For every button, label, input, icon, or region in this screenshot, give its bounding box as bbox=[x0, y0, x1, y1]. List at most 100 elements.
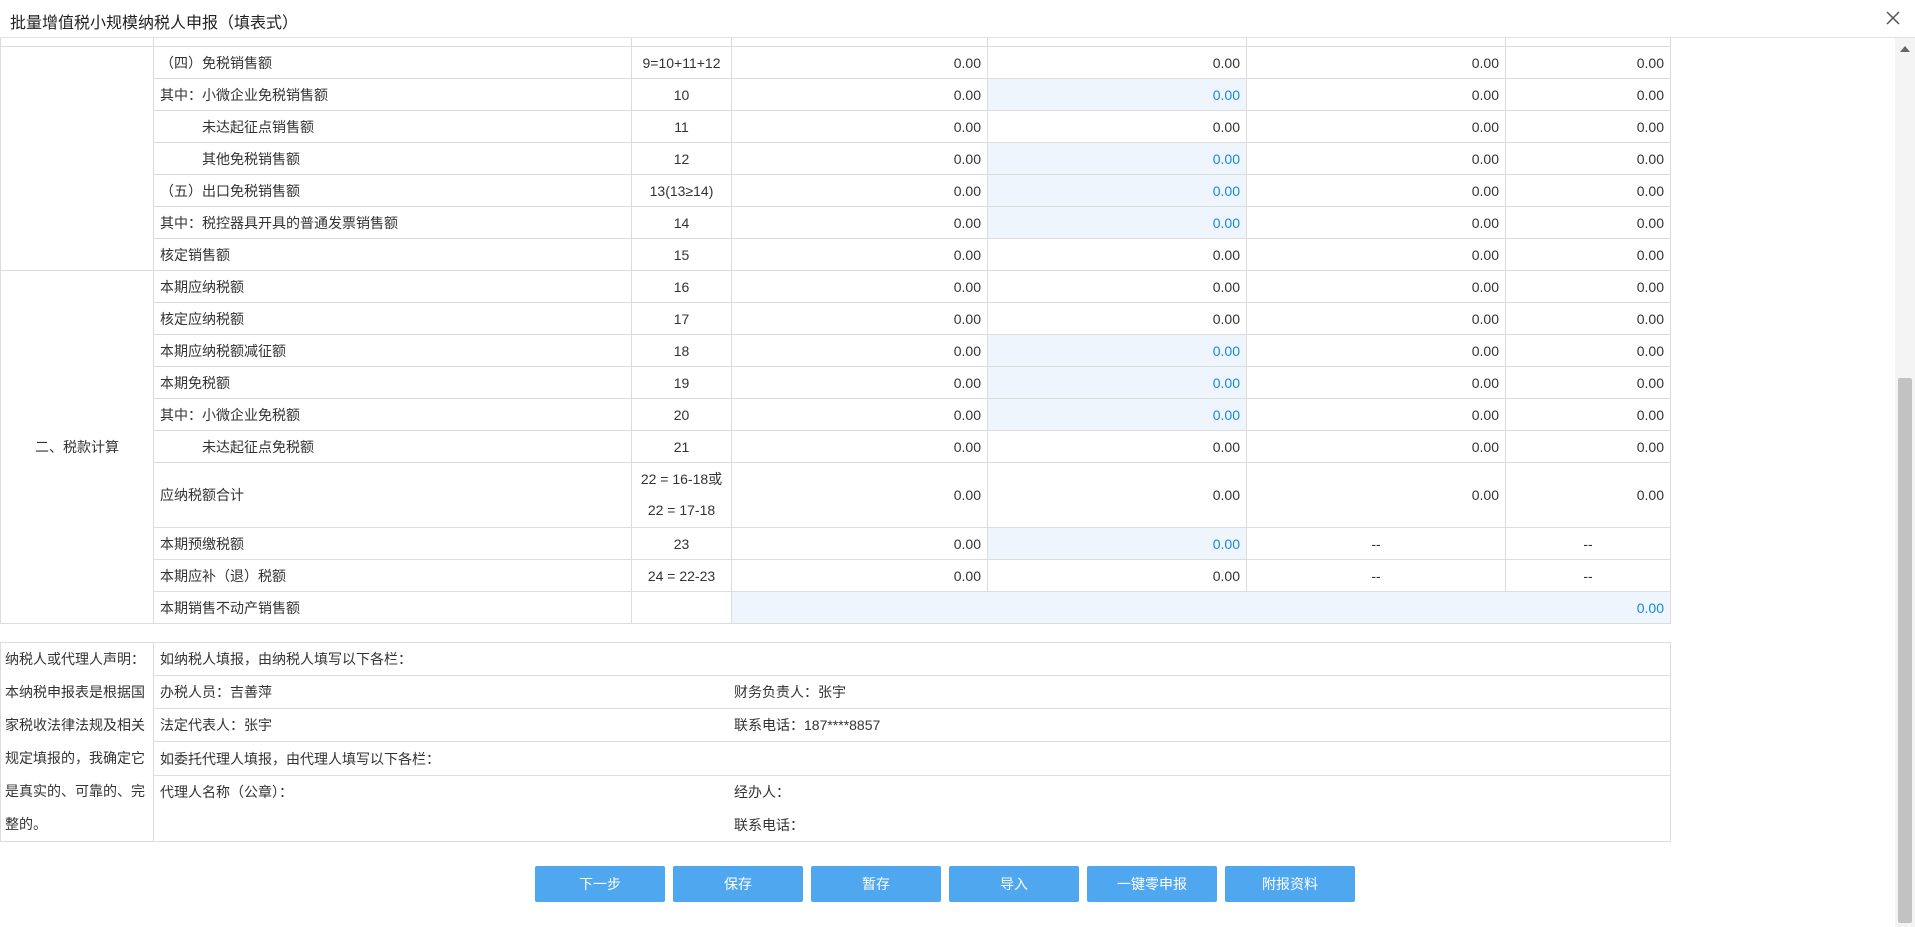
value-cell: -- bbox=[1505, 559, 1671, 592]
vertical-scrollbar[interactable] bbox=[1895, 38, 1915, 927]
value-cell: 0.00 bbox=[1505, 46, 1671, 79]
value-cell: 0.00 bbox=[1246, 206, 1506, 239]
table-row: 核定应纳税额 17 0.00 0.00 0.00 0.00 bbox=[1, 302, 1671, 335]
row-item: 未达起征点免税额 bbox=[153, 430, 632, 463]
row-item: 未达起征点销售额 bbox=[153, 110, 632, 143]
save-button[interactable]: 保存 bbox=[673, 866, 803, 902]
value-cell: 0.00 bbox=[1505, 334, 1671, 367]
row-item: 核定销售额 bbox=[153, 238, 632, 271]
self-filing-heading: 如纳税人填报，由纳税人填写以下各栏： bbox=[153, 641, 1671, 677]
value-cell: 0.00 bbox=[731, 462, 988, 528]
table-row: 本期应纳税额减征额 18 0.00 0.00 0.00 0.00 bbox=[1, 334, 1671, 367]
declaration-table: 纳税人或代理人声明：本纳税申报表是根据国家税收法律法规及相关规定填报的，我确定它… bbox=[0, 641, 1671, 843]
section-label-tax-calc: 二、税款计算 bbox=[0, 270, 154, 624]
value-cell: 0.00 bbox=[1505, 366, 1671, 399]
row-number: 18 bbox=[631, 334, 732, 367]
value-cell: 0.00 bbox=[1246, 398, 1506, 431]
value-cell: 0.00 bbox=[731, 46, 988, 79]
value-cell: 0.00 bbox=[1505, 430, 1671, 463]
editable-value-input[interactable]: 0.00 bbox=[987, 334, 1247, 367]
zero-declare-button[interactable]: 一键零申报 bbox=[1087, 866, 1217, 902]
row-number bbox=[631, 591, 732, 624]
real-estate-sales-input[interactable]: 0.00 bbox=[731, 591, 1671, 624]
row-number-line: 22 = 17-18 bbox=[647, 502, 716, 518]
value-cell: 0.00 bbox=[1246, 334, 1506, 367]
value-cell: 0.00 bbox=[987, 110, 1247, 143]
row-number: 15 bbox=[631, 238, 732, 271]
dialog-titlebar: 批量增值税小规模纳税人申报（填表式） bbox=[0, 0, 1915, 38]
import-button[interactable]: 导入 bbox=[949, 866, 1079, 902]
value-cell: 0.00 bbox=[731, 430, 988, 463]
table-row: （五）出口免税销售额 13(13≥14) 0.00 0.00 0.00 0.00 bbox=[1, 174, 1671, 207]
row-number: 21 bbox=[631, 430, 732, 463]
row-number: 12 bbox=[631, 142, 732, 175]
table-row: 应纳税额合计 22 = 16-18或 22 = 17-18 0.00 0.00 … bbox=[1, 462, 1671, 528]
editable-value-input[interactable]: 0.00 bbox=[987, 78, 1247, 111]
table-row: 本期预缴税额 23 0.00 0.00 -- -- bbox=[1, 527, 1671, 560]
value-cell: 0.00 bbox=[987, 462, 1247, 528]
next-step-button[interactable]: 下一步 bbox=[535, 866, 665, 902]
editable-value-input[interactable]: 0.00 bbox=[987, 174, 1247, 207]
declaration-statement: 纳税人或代理人声明：本纳税申报表是根据国家税收法律法规及相关规定填报的，我确定它… bbox=[0, 642, 154, 842]
row-number: 16 bbox=[631, 270, 732, 303]
table-row: 本期销售不动产销售额 0.00 bbox=[1, 591, 1671, 624]
value-cell: 0.00 bbox=[731, 206, 988, 239]
temp-save-button[interactable]: 暂存 bbox=[811, 866, 941, 902]
scrollbar-thumb[interactable] bbox=[1898, 378, 1912, 923]
section-cell-sales bbox=[0, 46, 154, 271]
empty-cell bbox=[160, 815, 734, 835]
value-cell: -- bbox=[1505, 527, 1671, 560]
row-item: 本期应纳税额减征额 bbox=[153, 334, 632, 367]
value-cell: 0.00 bbox=[1505, 142, 1671, 175]
close-icon[interactable] bbox=[1883, 8, 1903, 28]
value-cell: 0.00 bbox=[987, 238, 1247, 271]
value-cell: 0.00 bbox=[1246, 110, 1506, 143]
value-cell: 0.00 bbox=[1505, 78, 1671, 111]
value-cell: 0.00 bbox=[1505, 398, 1671, 431]
table-row: 核定销售额 15 0.00 0.00 0.00 0.00 bbox=[1, 238, 1671, 271]
row-number: 9=10+11+12 bbox=[631, 46, 732, 79]
value-cell: 0.00 bbox=[1505, 302, 1671, 335]
handler-label: 办税人员：吉善萍 bbox=[160, 684, 272, 701]
value-cell: 0.00 bbox=[1246, 78, 1506, 111]
editable-value-input[interactable]: 0.00 bbox=[987, 366, 1247, 399]
row-item: 其中：小微企业免税额 bbox=[153, 398, 632, 431]
phone-label: 联系电话：187****8857 bbox=[734, 717, 881, 734]
row-number: 14 bbox=[631, 206, 732, 239]
agent-name-label: 代理人名称（公章）： bbox=[160, 783, 293, 800]
row-number: 17 bbox=[631, 302, 732, 335]
row-item: 核定应纳税额 bbox=[153, 302, 632, 335]
value-cell: 0.00 bbox=[1505, 462, 1671, 528]
finance-head-label: 财务负责人：张宇 bbox=[734, 684, 846, 701]
value-cell: 0.00 bbox=[1246, 462, 1506, 528]
table-row: 其他免税销售额 12 0.00 0.00 0.00 0.00 bbox=[1, 142, 1671, 175]
row-item: 本期应纳税额 bbox=[153, 270, 632, 303]
legal-rep-label: 法定代表人：张宇 bbox=[160, 717, 272, 734]
editable-value-input[interactable]: 0.00 bbox=[987, 527, 1247, 560]
attachments-button[interactable]: 附报资料 bbox=[1225, 866, 1355, 902]
value-cell: 0.00 bbox=[987, 302, 1247, 335]
value-cell: 0.00 bbox=[1505, 110, 1671, 143]
row-number: 20 bbox=[631, 398, 732, 431]
editable-value-input[interactable]: 0.00 bbox=[987, 142, 1247, 175]
value-cell: 0.00 bbox=[1246, 430, 1506, 463]
value-cell: 0.00 bbox=[1246, 46, 1506, 79]
value-cell: 0.00 bbox=[987, 46, 1247, 79]
row-item: 其中：税控器具开具的普通发票销售额 bbox=[153, 206, 632, 239]
tax-return-table: （四）免税销售额 9=10+11+12 0.00 0.00 0.00 0.00 … bbox=[0, 38, 1671, 624]
editable-value-input[interactable]: 0.00 bbox=[987, 206, 1247, 239]
value-cell: 0.00 bbox=[1505, 238, 1671, 271]
scroll-up-arrow-icon[interactable] bbox=[1900, 46, 1910, 52]
editable-value-input[interactable]: 0.00 bbox=[987, 398, 1247, 431]
value-cell: 0.00 bbox=[1246, 142, 1506, 175]
row-item: 本期免税额 bbox=[153, 366, 632, 399]
table-row: 其中：小微企业免税销售额 10 0.00 0.00 0.00 0.00 bbox=[1, 78, 1671, 111]
value-cell: 0.00 bbox=[731, 398, 988, 431]
value-cell: 0.00 bbox=[731, 78, 988, 111]
table-row: 本期免税额 19 0.00 0.00 0.00 0.00 bbox=[1, 366, 1671, 399]
agent-phone-label: 联系电话： bbox=[734, 816, 804, 833]
declaration-row: 法定代表人：张宇 联系电话：187****8857 bbox=[153, 708, 1671, 743]
value-cell: 0.00 bbox=[731, 270, 988, 303]
value-cell: 0.00 bbox=[1246, 302, 1506, 335]
row-item: 本期销售不动产销售额 bbox=[153, 591, 632, 624]
